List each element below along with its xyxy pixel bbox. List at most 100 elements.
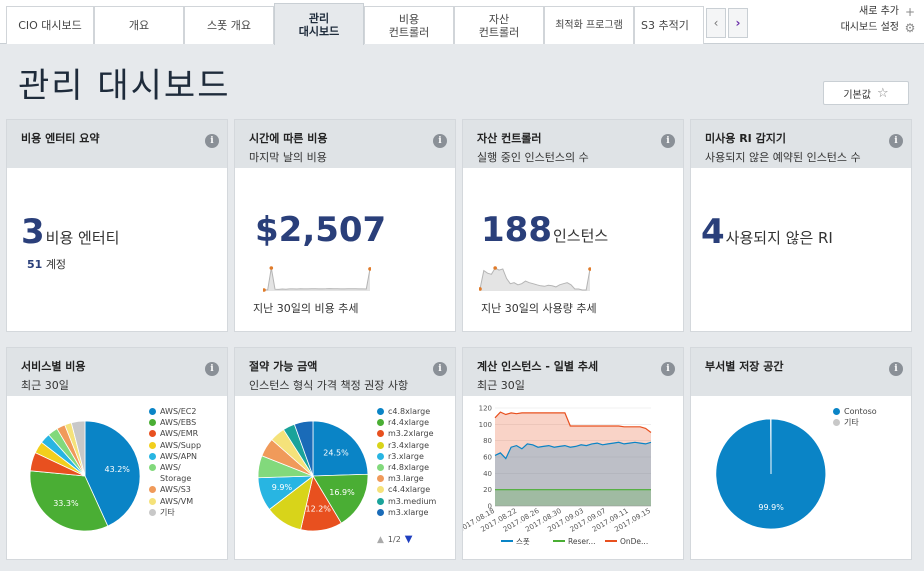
tab-cost-controller[interactable]: 비용 컨트롤러 [364,6,454,44]
legend-item[interactable]: m3.large [377,473,436,484]
info-icon[interactable]: i [889,362,903,376]
info-icon[interactable]: i [433,362,447,376]
y-tick-label: 60 [483,454,492,462]
legend-item[interactable]: AWS/Supp [149,440,201,451]
card-title: 절약 가능 금액 [249,360,318,373]
tab-scroll-left-button[interactable]: ‹ [706,8,726,38]
pager-down-icon[interactable]: ▼ [405,534,413,545]
legend-item[interactable]: c4.8xlarge [377,406,436,417]
card-title: 계산 인스턴스 - 일별 추세 [477,360,599,373]
legend-item[interactable]: c4.4xlarge [377,484,436,495]
card-subtitle: 실행 중인 인스턴스의 수 [477,151,589,164]
legend-item[interactable]: Contoso [833,406,877,417]
sparkline-point [493,266,497,270]
asset-sparkline [479,266,591,291]
legend-item[interactable]: 기타 [149,507,201,518]
cost-sparkline [263,266,371,292]
legend-item[interactable]: AWS/EC2 [149,406,201,417]
default-button[interactable]: 기본값 ☆ [823,81,909,105]
info-icon[interactable]: i [205,362,219,376]
legend-swatch [149,508,156,516]
legend-label: m3.large [388,474,424,484]
y-tick-label: 40 [483,470,492,478]
legend-label: m3.2xlarge [388,429,434,439]
tab-optimizer[interactable]: 최적화 프로그램 [544,6,634,44]
legend-label: r3.4xlarge [388,440,430,450]
legend-label[interactable]: Reser... [568,537,596,546]
legend-item[interactable]: r3.xlarge [377,451,436,462]
info-icon[interactable]: i [661,134,675,148]
card-subtitle: 사용되지 않은 예약된 인스턴스 수 [705,151,861,164]
legend-label: AWS/EBS [160,418,197,428]
tab-asset-controller[interactable]: 자산 컨트롤러 [454,6,544,44]
pie-data-label: 12.2% [305,505,331,514]
legend-item[interactable]: AWS/VM [149,496,201,507]
legend-pager: ▲ 1/2 ▼ [377,534,413,545]
legend-item[interactable]: AWS/S3 [149,484,201,495]
pie-data-label: 9.9% [272,483,293,492]
tab-s3-tracker[interactable]: S3 추적기 [634,6,704,44]
dashboard-settings-button[interactable]: 대시보드 설정 ⚙ [841,20,916,36]
pie-data-label: 43.2% [104,465,130,474]
legend-item[interactable]: m3.medium [377,496,436,507]
legend-label[interactable]: 스폿 [516,537,530,546]
legend-label: c4.8xlarge [388,407,431,416]
tab-overview[interactable]: 개요 [94,6,184,44]
card-header: 비용 엔터티 요약 i [7,120,227,168]
legend-label[interactable]: OnDe... [620,537,648,546]
pie-data-label: 33.3% [53,499,79,508]
legend-item[interactable]: AWS/EBS [149,417,201,428]
y-tick-label: 120 [479,405,492,413]
legend-item[interactable]: r4.8xlarge [377,462,436,473]
card-cost-by-service: 서비스별 비용 최근 30일 i 43.2% 33.3% AWS/EC2 AWS/E… [6,347,228,560]
trend-caption: 지난 30일의 비용 추세 [253,302,359,315]
card-title: 서비스별 비용 [21,360,86,373]
legend-label: AWS/ Storage [160,463,192,484]
kpi-unit: 사용되지 않은 RI [725,229,833,247]
info-icon[interactable]: i [205,134,219,148]
add-new-button[interactable]: 새로 추가 + [841,4,916,20]
accounts-label: 계정 [45,258,67,271]
info-icon[interactable]: i [661,362,675,376]
card-title: 미사용 RI 감지기 [705,132,786,145]
sparkline-point [368,267,371,271]
card-header: 서비스별 비용 최근 30일 i [7,348,227,396]
info-icon[interactable]: i [889,134,903,148]
tab-label: CIO 대시보드 [18,19,82,32]
pie-data-label: 99.9% [758,503,784,512]
plus-icon: + [904,5,916,19]
tab-cio-dashboard[interactable]: CIO 대시보드 [6,6,94,44]
legend-item[interactable]: r4.4xlarge [377,417,436,428]
card-header: 시간에 따른 비용 마지막 날의 비용 i [235,120,455,168]
tab-label: 개요 [128,19,150,32]
legend-item[interactable]: AWS/ Storage [149,462,201,484]
tab-spot-overview[interactable]: 스폿 개요 [184,6,274,44]
legend-item[interactable]: m3.2xlarge [377,428,436,439]
kpi-line: 4 사용되지 않은 RI [701,212,833,252]
legend-item[interactable]: m3.xlarge [377,507,436,518]
sparkline-point [269,266,274,270]
card-subtitle: 마지막 날의 비용 [249,151,327,164]
legend-label: r4.8xlarge [388,463,430,473]
compute-area-chart: 0204060801001202017.08.182017.08.222017.… [463,405,652,547]
tab-label: 스폿 개요 [207,19,251,32]
legend-swatch [149,419,156,427]
pager-up-icon[interactable]: ▲ [377,535,384,545]
info-icon[interactable]: i [433,134,447,148]
legend-label: 기타 [160,507,175,517]
card-storage-by-dept: 부서별 저장 공간 i 99.9% Contoso 기타 [690,347,912,560]
kpi-value: 3 [21,212,45,252]
card-header: 부서별 저장 공간 i [691,348,911,396]
legend-item[interactable]: AWS/APN [149,451,201,462]
legend-item[interactable]: AWS/EMR [149,428,201,439]
tab-management-dashboard[interactable]: 관리 대시보드 [274,3,364,45]
legend-item[interactable]: r3.4xlarge [377,440,436,451]
kpi-unit: 인스턴스 [552,227,609,245]
legend-swatch [149,408,156,415]
card-potential-savings: 절약 가능 금액 인스턴스 형식 가격 책정 권장 사항 i 24.5% 16.9… [234,347,456,560]
sparkline-area [264,268,370,291]
add-new-label: 새로 추가 [859,6,899,17]
legend-item[interactable]: 기타 [833,417,877,428]
tab-scroll-right-button[interactable]: › [728,8,748,38]
chevron-right-icon: › [735,16,741,30]
